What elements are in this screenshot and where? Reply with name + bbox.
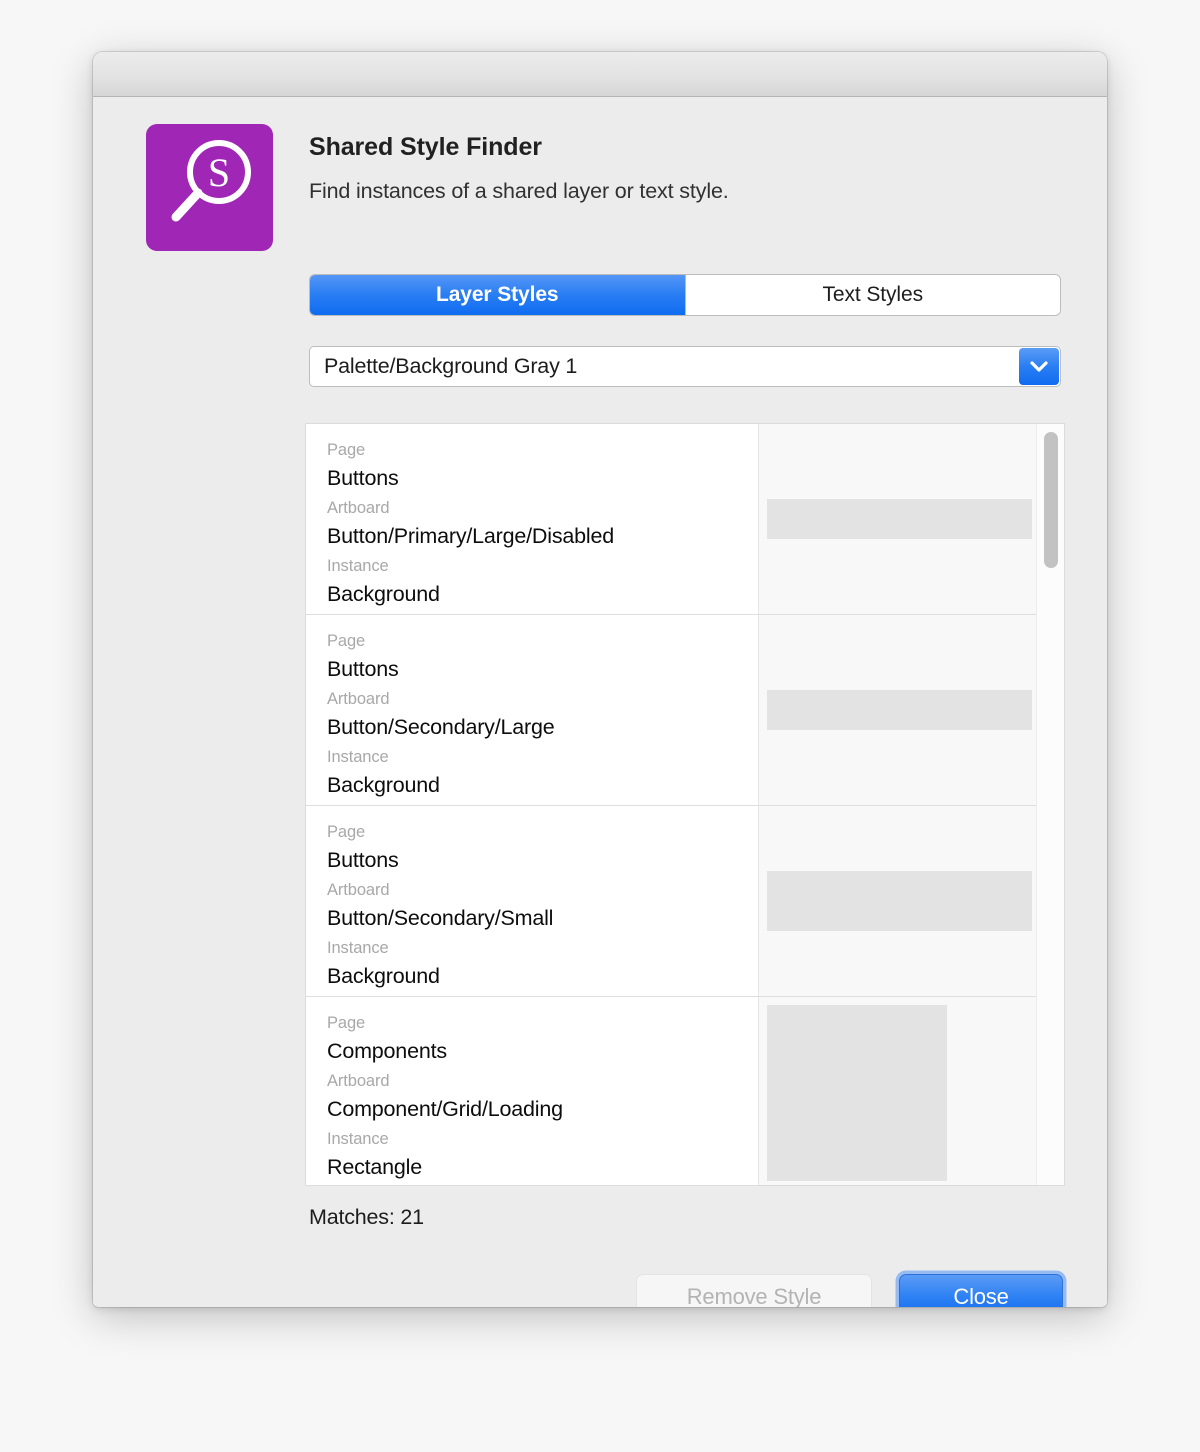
field-label-page: Page — [327, 1014, 366, 1032]
footer-actions: Remove Style Close — [636, 1274, 1063, 1307]
tab-layer-styles[interactable]: Layer Styles — [310, 275, 685, 315]
row-preview — [759, 615, 1036, 805]
field-label-page: Page — [327, 632, 366, 650]
list-scrollbar[interactable] — [1036, 424, 1064, 1185]
remove-style-button[interactable]: Remove Style — [636, 1274, 872, 1307]
page-subtitle: Find instances of a shared layer or text… — [309, 179, 729, 203]
row-details: Page Components Artboard Component/Grid/Loa… — [306, 997, 759, 1185]
field-value-page: Buttons — [327, 657, 399, 681]
matches-list-rows: Page Buttons Artboard Button/Primary/Large/… — [306, 424, 1036, 1185]
preview-shape — [767, 871, 1032, 931]
field-value-artboard: Component/Grid/Loading — [327, 1097, 563, 1121]
preview-shape — [767, 690, 1032, 730]
row-details: Page Buttons Artboard Button/Secondary/Larg… — [306, 615, 759, 805]
style-select[interactable]: Palette/Background Gray 1 — [309, 346, 1061, 387]
field-value-instance: Background — [327, 964, 440, 988]
preview-shape — [767, 1004, 947, 1181]
field-value-artboard: Button/Secondary/Small — [327, 906, 554, 930]
field-label-page: Page — [327, 823, 366, 841]
field-label-artboard: Artboard — [327, 881, 390, 899]
dialog-window: S Shared Style Finder Find instances of … — [93, 52, 1107, 1307]
field-label-artboard: Artboard — [327, 1072, 390, 1090]
field-label-instance: Instance — [327, 748, 389, 766]
field-value-page: Buttons — [327, 466, 399, 490]
table-row[interactable]: Page Buttons Artboard Button/Primary/Large/… — [306, 424, 1036, 615]
window-titlebar[interactable] — [93, 52, 1107, 97]
field-label-instance: Instance — [327, 939, 389, 957]
row-preview — [759, 997, 1036, 1185]
field-label-instance: Instance — [327, 557, 389, 575]
field-value-artboard: Button/Primary/Large/Disabled — [327, 524, 614, 548]
chevron-down-icon[interactable] — [1019, 348, 1059, 385]
style-select-value: Palette/Background Gray 1 — [324, 354, 578, 378]
row-preview — [759, 424, 1036, 614]
table-row[interactable]: Page Buttons Artboard Button/Secondary/Smal… — [306, 806, 1036, 997]
field-label-page: Page — [327, 441, 366, 459]
row-preview — [759, 806, 1036, 996]
field-label-instance: Instance — [327, 1130, 389, 1148]
field-value-instance: Rectangle — [327, 1155, 423, 1179]
field-value-artboard: Button/Secondary/Large — [327, 715, 555, 739]
dialog-body: S Shared Style Finder Find instances of … — [93, 97, 1107, 1307]
page-title: Shared Style Finder — [309, 133, 542, 161]
field-value-page: Components — [327, 1039, 447, 1063]
style-type-segmented-control[interactable]: Layer Styles Text Styles — [309, 274, 1061, 316]
field-label-artboard: Artboard — [327, 499, 390, 517]
field-value-instance: Background — [327, 773, 440, 797]
field-label-artboard: Artboard — [327, 690, 390, 708]
matches-count: Matches: 21 — [309, 1205, 424, 1229]
table-row[interactable]: Page Buttons Artboard Button/Secondary/Larg… — [306, 615, 1036, 806]
preview-shape — [767, 499, 1032, 539]
field-value-instance: Background — [327, 582, 440, 606]
field-value-page: Buttons — [327, 848, 399, 872]
close-button[interactable]: Close — [899, 1274, 1063, 1307]
scrollbar-thumb[interactable] — [1044, 432, 1058, 568]
magnifier-s-icon: S — [146, 124, 273, 251]
svg-text:S: S — [208, 150, 230, 195]
matches-list[interactable]: Page Buttons Artboard Button/Primary/Large/… — [305, 423, 1065, 1186]
tab-text-styles[interactable]: Text Styles — [684, 275, 1060, 315]
row-details: Page Buttons Artboard Button/Primary/Large/… — [306, 424, 759, 614]
row-details: Page Buttons Artboard Button/Secondary/Smal… — [306, 806, 759, 996]
table-row[interactable]: Page Components Artboard Component/Grid/Loa… — [306, 997, 1036, 1185]
